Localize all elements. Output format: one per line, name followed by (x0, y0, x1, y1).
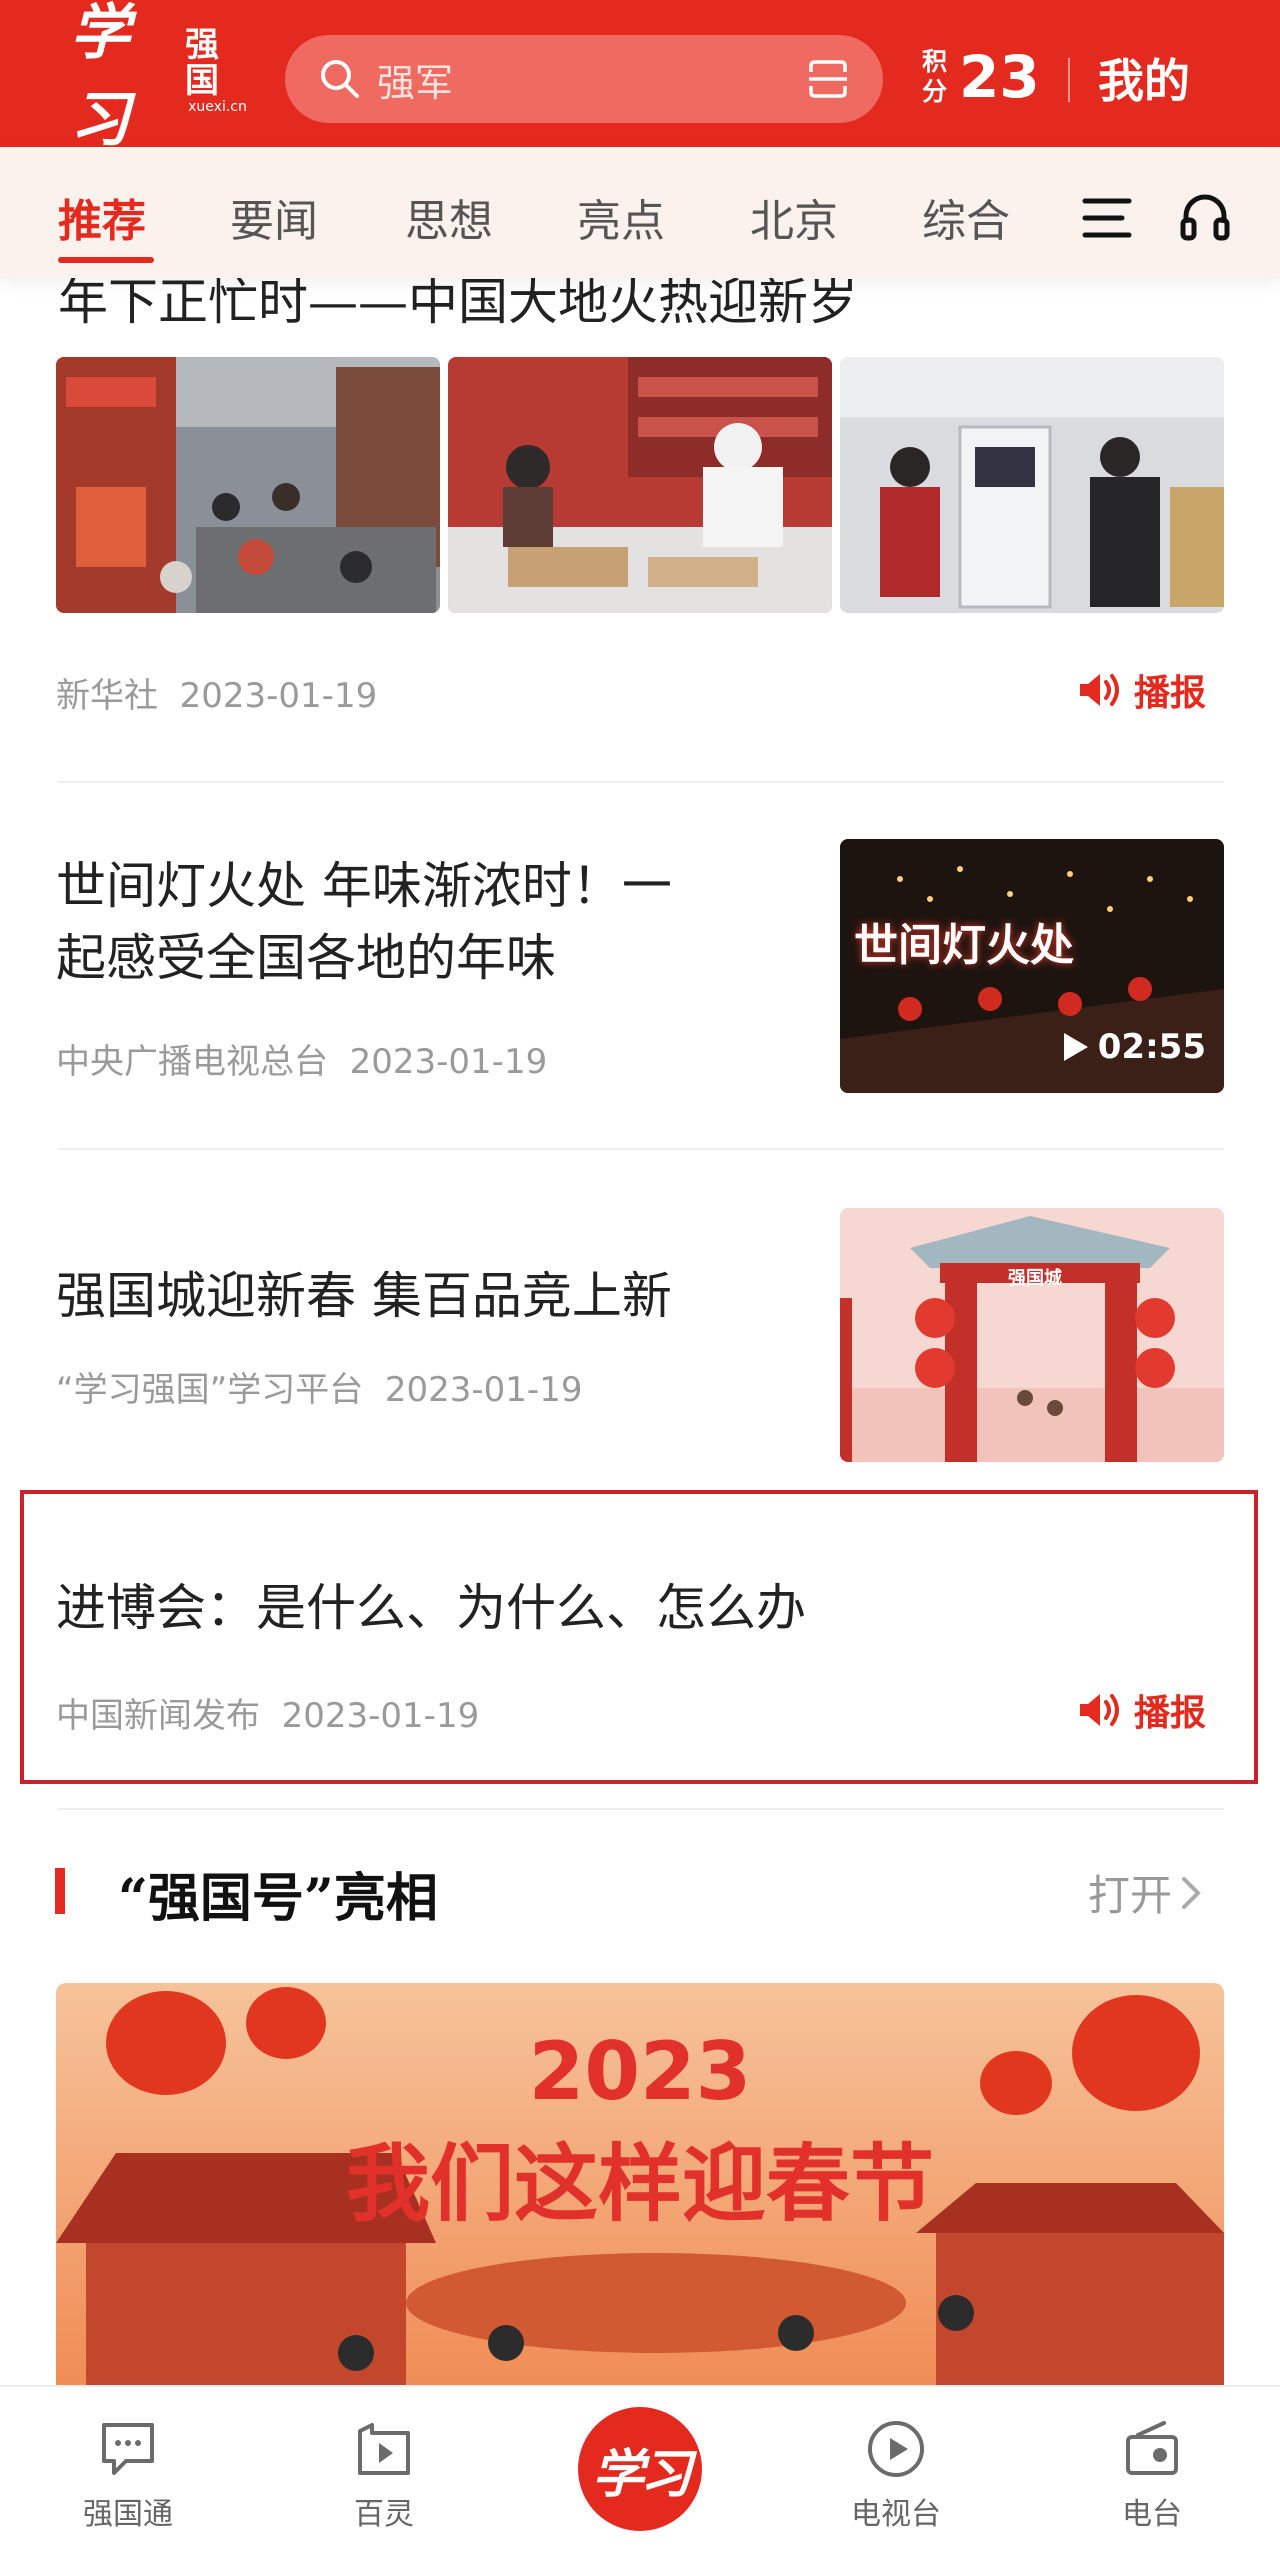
article-title[interactable]: 世间灯火处 年味渐浓时！一 起感受全国各地的年味 (56, 850, 776, 994)
tab-highlights[interactable]: 亮点 (577, 185, 665, 249)
logo-text: 强国 (185, 25, 220, 101)
broadcast-button[interactable]: 播报 (1076, 1684, 1206, 1736)
banner-year: 2023 (528, 2025, 752, 2118)
article-source: 中央广播电视总台 (56, 1042, 328, 1082)
article-source: “学习强国”学习平台 (56, 1370, 364, 1410)
broadcast-label: 播报 (1134, 1693, 1207, 1734)
section-accent-bar (55, 1868, 65, 1914)
nav-label: 电台 (1122, 2497, 1182, 2532)
nav-label: 百灵 (354, 2497, 414, 2532)
article-meta: 中央广播电视总台 2023-01-19 (56, 1034, 547, 1083)
app-header: 学习 强国 xuexi.cn 强军 积 分 23 我的 (0, 0, 1280, 155)
video-duration: 02:55 (1062, 1027, 1206, 1067)
banner-title: 我们这样迎春节 (345, 2135, 934, 2233)
divider (58, 1808, 1224, 1810)
article-source: 中国新闻发布 (56, 1696, 260, 1736)
tab-recommend[interactable]: 推荐 (58, 185, 146, 249)
points-value: 23 (959, 43, 1040, 111)
article-meta: “学习强国”学习平台 2023-01-19 (56, 1362, 582, 1411)
broadcast-button[interactable]: 播报 (1076, 664, 1206, 716)
logo-script: 学习 (70, 0, 130, 155)
points-display[interactable]: 积 分 23 (922, 32, 1040, 122)
tab-thought[interactable]: 思想 (405, 185, 493, 249)
section-title: “强国号”亮相 (118, 1868, 438, 1929)
search-icon (321, 60, 359, 98)
play-circle-icon (868, 2421, 924, 2477)
promo-banner[interactable]: 2023 我们这样迎春节 (56, 1983, 1224, 2403)
speaker-icon (1080, 1694, 1119, 1726)
article-title[interactable]: 强国城迎新春 集百品竞上新 (56, 1260, 672, 1332)
article-title-line-1: 世间灯火处 年味渐浓时！一 (56, 857, 672, 915)
nav-qiangguotong[interactable]: 强国通 (48, 2417, 208, 2533)
app-logo[interactable]: 学习 强国 xuexi.cn (70, 0, 250, 155)
mine-button[interactable]: 我的 (1098, 45, 1190, 111)
active-tab-underline (58, 257, 154, 263)
nav-label: 强国通 (83, 2497, 173, 2532)
article-meta: 新华社 2023-01-19 (56, 668, 377, 717)
nav-bailing[interactable]: 百灵 (304, 2417, 464, 2533)
article-date: 2023-01-19 (349, 1042, 548, 1082)
article-thumbnail-market[interactable] (56, 357, 440, 613)
play-icon (1063, 1033, 1088, 1061)
chat-bubble-icon (102, 2423, 154, 2475)
broadcast-label: 播报 (1134, 673, 1207, 714)
article-date: 2023-01-19 (179, 676, 378, 716)
logo-domain: xuexi.cn (188, 99, 247, 115)
speaker-icon (1080, 674, 1119, 706)
header-divider (1068, 58, 1070, 102)
search-placeholder: 强军 (377, 60, 454, 105)
nav-center-logo: 学习 (591, 2443, 692, 2505)
article-thumbnail-shop[interactable] (448, 357, 832, 613)
section-open-label: 打开 (1088, 1871, 1173, 1920)
channel-tabs: 推荐 要闻 思想 亮点 北京 综合 (0, 147, 1280, 278)
headphones-icon[interactable] (1178, 189, 1232, 243)
points-label-2: 分 (922, 77, 948, 106)
nav-tv[interactable]: 电视台 (816, 2417, 976, 2533)
scan-icon[interactable] (805, 56, 851, 102)
article-meta: 中国新闻发布 2023-01-19 (56, 1688, 479, 1737)
article-date: 2023-01-19 (384, 1370, 583, 1410)
article-thumbnail-gate[interactable]: 强国城 (840, 1208, 1224, 1462)
menu-icon[interactable] (1082, 195, 1132, 241)
nav-xuexi-home[interactable]: 学习 (578, 2407, 702, 2531)
video-thumbnail[interactable]: 世间灯火处 02:55 (840, 839, 1224, 1093)
article-source: 新华社 (56, 676, 158, 716)
article-title-line-2: 起感受全国各地的年味 (56, 929, 556, 987)
nav-label: 电视台 (851, 2497, 941, 2532)
divider (58, 781, 1224, 783)
article-thumbnail-station[interactable] (840, 357, 1224, 613)
gate-sign: 强国城 (1008, 1268, 1062, 1289)
video-overlay-text: 世间灯火处 (854, 920, 1074, 971)
article-date: 2023-01-19 (281, 1696, 480, 1736)
chevron-right-icon (1182, 1876, 1201, 1909)
tab-important-news[interactable]: 要闻 (230, 185, 318, 249)
article-title[interactable]: 进博会：是什么、为什么、怎么办 (56, 1572, 806, 1644)
video-play-icon (358, 2423, 410, 2475)
bottom-navigation: 强国通 百灵 学习 电视台 电台 (0, 2385, 1280, 2573)
nav-radio[interactable]: 电台 (1072, 2417, 1232, 2533)
search-bar[interactable]: 强军 (285, 35, 883, 123)
tab-beijing[interactable]: 北京 (750, 185, 838, 249)
divider (58, 1148, 1224, 1150)
video-duration-text: 02:55 (1097, 1027, 1206, 1067)
radio-icon (1126, 2421, 1178, 2475)
section-open-link[interactable]: 打开 (1088, 1862, 1202, 1923)
tab-general[interactable]: 综合 (922, 185, 1010, 249)
points-label-1: 积 (922, 47, 948, 76)
